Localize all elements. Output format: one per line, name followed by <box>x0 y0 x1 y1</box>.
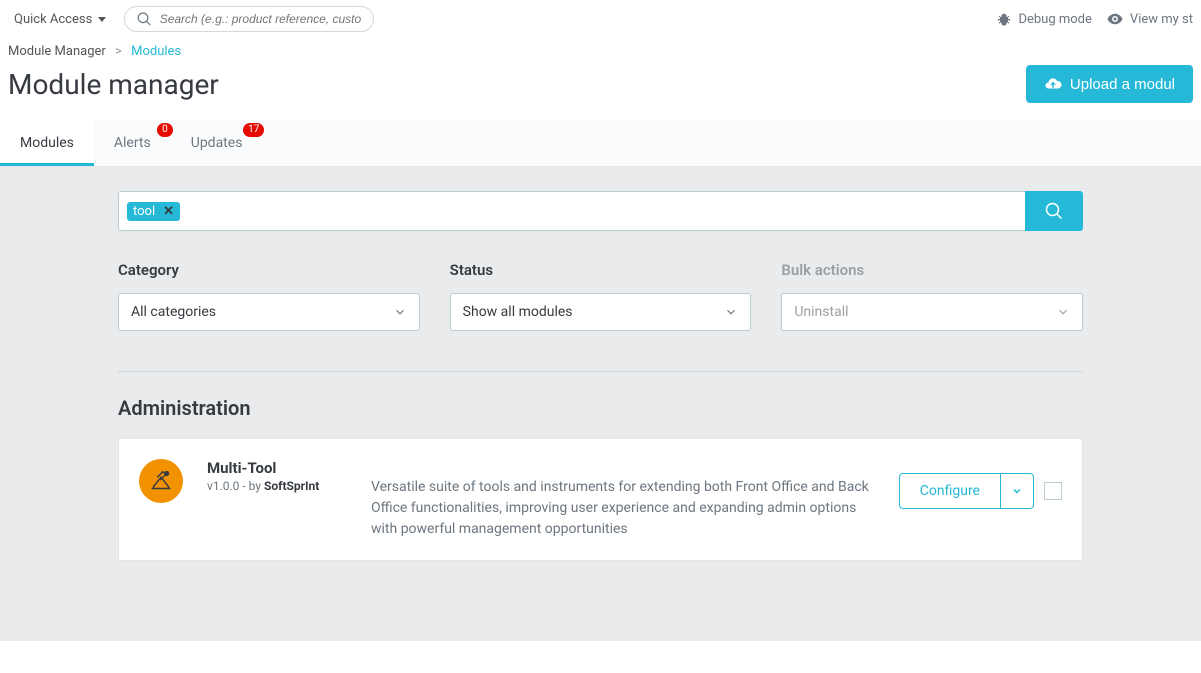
debug-mode-label: Debug mode <box>1018 12 1091 27</box>
tab-updates-badge: 17 <box>243 123 264 137</box>
global-search[interactable] <box>124 6 374 32</box>
search-icon <box>137 11 151 27</box>
chevron-down-icon <box>1056 305 1070 319</box>
breadcrumb-current[interactable]: Modules <box>131 44 181 59</box>
module-version: v1.0.0 <box>207 479 239 493</box>
tab-modules-label: Modules <box>20 135 74 151</box>
chevron-down-icon <box>393 305 407 319</box>
section-title: Administration <box>118 396 1083 420</box>
module-actions: Configure <box>899 459 1062 509</box>
breadcrumb: Module Manager > Modules <box>0 42 1201 59</box>
quick-access-menu[interactable]: Quick Access <box>8 8 112 31</box>
category-select[interactable]: All categories <box>118 293 420 331</box>
configure-button[interactable]: Configure <box>900 474 1000 508</box>
configure-dropdown-toggle[interactable] <box>1000 474 1033 508</box>
caret-down-icon <box>98 17 106 22</box>
upload-button-label: Upload a modul <box>1070 76 1175 93</box>
content-inner: tool ✕ Category All categories Status Sh… <box>0 191 1201 561</box>
module-version-line: v1.0.0 - by SoftSprInt <box>207 479 347 493</box>
search-icon <box>1045 202 1063 220</box>
category-filter: Category All categories <box>118 261 420 331</box>
breadcrumb-separator: > <box>115 44 122 59</box>
bulk-actions-label: Bulk actions <box>781 261 1083 279</box>
topbar: Quick Access Debug mode View my st <box>0 0 1201 42</box>
tab-modules[interactable]: Modules <box>0 121 94 166</box>
status-filter: Status Show all modules <box>450 261 752 331</box>
view-shop-link[interactable]: View my st <box>1106 10 1193 28</box>
module-card: Multi-Tool v1.0.0 - by SoftSprInt Versat… <box>118 438 1083 561</box>
bulk-actions-filter: Bulk actions Uninstall <box>781 261 1083 331</box>
content-area: tool ✕ Category All categories Status Sh… <box>0 167 1201 641</box>
filters-row: Category All categories Status Show all … <box>118 261 1083 331</box>
configure-button-group: Configure <box>899 473 1034 509</box>
search-tag-text: tool <box>133 204 155 219</box>
title-row: Module manager Upload a modul <box>0 59 1201 121</box>
module-meta: Multi-Tool v1.0.0 - by SoftSprInt <box>207 459 347 493</box>
section-divider <box>118 371 1083 372</box>
module-search-row: tool ✕ <box>118 191 1083 231</box>
category-value: All categories <box>131 304 216 320</box>
status-label: Status <box>450 261 752 279</box>
chevron-down-icon <box>724 305 738 319</box>
category-label: Category <box>118 261 420 279</box>
global-search-input[interactable] <box>160 12 362 26</box>
module-by: - by <box>239 479 264 493</box>
module-icon <box>139 459 183 503</box>
breadcrumb-parent[interactable]: Module Manager <box>8 44 106 59</box>
module-select-checkbox[interactable] <box>1044 482 1062 500</box>
page-title: Module manager <box>8 68 219 101</box>
module-author: SoftSprInt <box>264 479 319 493</box>
tab-alerts[interactable]: Alerts 0 <box>94 121 171 166</box>
tab-updates[interactable]: Updates 17 <box>171 121 263 166</box>
topbar-right: Debug mode View my st <box>996 10 1193 28</box>
module-search-input[interactable]: tool ✕ <box>118 191 1025 231</box>
cloud-upload-icon <box>1044 75 1062 93</box>
upload-module-button[interactable]: Upload a modul <box>1026 65 1193 103</box>
bug-icon <box>996 11 1012 27</box>
tabs: Modules Alerts 0 Updates 17 <box>0 121 1201 167</box>
remove-tag-icon[interactable]: ✕ <box>163 204 174 219</box>
module-description: Versatile suite of tools and instruments… <box>371 459 875 540</box>
status-value: Show all modules <box>463 304 573 320</box>
eye-icon <box>1106 10 1124 28</box>
bulk-actions-select[interactable]: Uninstall <box>781 293 1083 331</box>
tab-updates-label: Updates <box>191 135 243 151</box>
module-name: Multi-Tool <box>207 459 347 477</box>
search-tag: tool ✕ <box>127 202 180 221</box>
view-shop-label: View my st <box>1130 12 1193 27</box>
chevron-down-icon <box>1011 485 1023 497</box>
debug-mode-link[interactable]: Debug mode <box>996 11 1091 27</box>
status-select[interactable]: Show all modules <box>450 293 752 331</box>
tools-icon <box>146 466 176 496</box>
bulk-actions-value: Uninstall <box>794 304 848 320</box>
tab-alerts-label: Alerts <box>114 135 151 151</box>
module-search-button[interactable] <box>1025 191 1083 231</box>
quick-access-label: Quick Access <box>14 12 92 27</box>
